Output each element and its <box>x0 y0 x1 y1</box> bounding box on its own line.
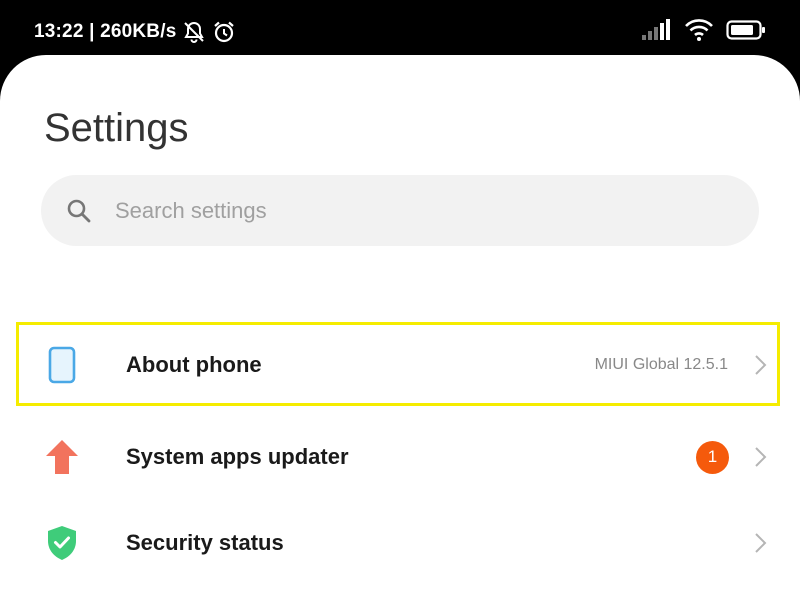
page-title: Settings <box>44 106 189 150</box>
search-input[interactable] <box>113 196 717 225</box>
status-time-speed: 13:22 | 260KB/s <box>34 21 177 42</box>
battery-icon <box>726 19 766 46</box>
up-arrow-icon <box>44 437 80 477</box>
shield-check-icon <box>44 523 80 563</box>
list-item-security-status[interactable]: Security status <box>0 500 800 586</box>
chevron-right-icon <box>752 532 768 554</box>
status-left: 13:22 | 260KB/s <box>34 18 236 46</box>
bell-muted-icon <box>182 20 206 44</box>
wifi-icon <box>684 18 714 47</box>
list-item-label: System apps updater <box>126 444 349 469</box>
phone-icon <box>44 345 80 385</box>
search-icon <box>65 197 93 225</box>
notification-badge: 1 <box>696 440 729 474</box>
chevron-right-icon <box>752 354 768 376</box>
list-item-label: About phone <box>126 352 262 377</box>
list-item-value: MIUI Global 12.5.1 <box>594 356 728 373</box>
list-item-about-phone[interactable]: About phone MIUI Global 12.5.1 <box>0 322 800 408</box>
signal-icon <box>642 18 672 46</box>
status-bar: 13:22 | 260KB/s <box>0 0 800 62</box>
list-item-system-apps-updater[interactable]: System apps updater 1 <box>0 414 800 500</box>
status-right <box>642 18 766 46</box>
chevron-right-icon <box>752 446 768 468</box>
search-bar[interactable] <box>41 175 759 246</box>
list-item-label: Security status <box>126 530 284 555</box>
alarm-icon <box>212 20 236 44</box>
